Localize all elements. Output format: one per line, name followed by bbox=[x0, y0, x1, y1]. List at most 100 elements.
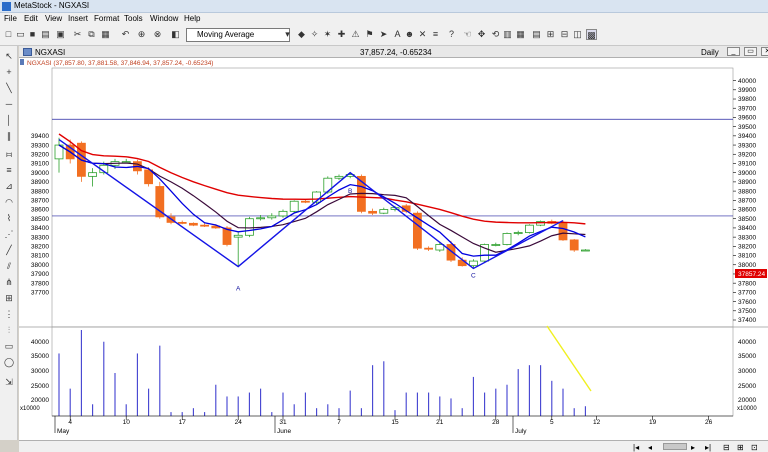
price-axis-label: 39600 bbox=[738, 115, 756, 122]
hand-icon[interactable]: ☜ bbox=[462, 29, 473, 40]
speed-lines-icon[interactable]: ⋰ bbox=[3, 228, 15, 240]
regression-icon[interactable]: ╱ bbox=[3, 244, 15, 256]
new-icon[interactable]: □ bbox=[3, 29, 14, 40]
scroll-thumb[interactable] bbox=[663, 443, 687, 450]
arrow-icon[interactable]: ➤ bbox=[378, 29, 389, 40]
open-icon[interactable]: ▭ bbox=[15, 29, 26, 40]
menu-tools[interactable]: Tools bbox=[124, 14, 143, 23]
zoom-out-icon[interactable]: ⊟ bbox=[723, 443, 730, 452]
date-tick-label: 17 bbox=[179, 419, 187, 426]
indicator-select[interactable]: Moving Average bbox=[186, 28, 290, 42]
candle-body bbox=[177, 221, 187, 224]
left-price-label: 38100 bbox=[31, 253, 49, 260]
menu-file[interactable]: File bbox=[4, 14, 17, 23]
price-axis-label: 38800 bbox=[738, 188, 756, 195]
arrows-icon[interactable]: ✥ bbox=[476, 29, 487, 40]
person-icon[interactable]: ☻ bbox=[404, 29, 415, 40]
close-icon[interactable]: ✕ bbox=[761, 47, 768, 56]
scroll-start-icon[interactable]: |◂ bbox=[633, 443, 639, 452]
save-icon[interactable]: ■ bbox=[27, 29, 38, 40]
ellipse-icon[interactable]: ◯ bbox=[3, 356, 15, 368]
gann-icon[interactable]: ⊿ bbox=[3, 180, 15, 192]
fibonacci-icon[interactable]: ⧦ bbox=[3, 148, 15, 160]
list-icon[interactable]: ▤ bbox=[531, 29, 542, 40]
cross-icon[interactable]: ✕ bbox=[417, 29, 428, 40]
history-icon[interactable]: ⟲ bbox=[490, 29, 501, 40]
alert-icon[interactable]: ⚠ bbox=[350, 29, 361, 40]
menu-window[interactable]: Window bbox=[150, 14, 178, 23]
wizard-icon[interactable]: ✧ bbox=[309, 29, 320, 40]
zoom-icon[interactable]: ⊕ bbox=[136, 29, 147, 40]
menu-insert[interactable]: Insert bbox=[68, 14, 88, 23]
arc-icon[interactable]: ◠ bbox=[3, 196, 15, 208]
copy-icon[interactable]: ⧉ bbox=[86, 29, 97, 40]
left-price-label: 38000 bbox=[31, 262, 49, 269]
price-header: NGXASI (37,857.80, 37,881.58, 37,846.94,… bbox=[27, 60, 213, 67]
menu-help[interactable]: Help bbox=[184, 14, 200, 23]
cycle-icon[interactable]: ⌇ bbox=[3, 212, 15, 224]
paste-icon[interactable]: ▦ bbox=[100, 29, 111, 40]
andrews-icon[interactable]: ⋔ bbox=[3, 276, 15, 288]
tile-vertical-icon[interactable]: ◫ bbox=[572, 29, 583, 40]
tile-horizontal-icon[interactable]: ⊟ bbox=[559, 29, 570, 40]
date-tick-label: 12 bbox=[593, 419, 601, 426]
horizontal-line-icon[interactable]: ─ bbox=[3, 98, 15, 110]
pointer-icon[interactable]: ↖ bbox=[3, 50, 15, 62]
channel-icon[interactable]: ⫽ bbox=[3, 260, 15, 272]
menu-view[interactable]: View bbox=[45, 14, 62, 23]
left-price-label: 37900 bbox=[31, 271, 49, 278]
date-tick-label: 4 bbox=[68, 419, 72, 426]
tile-icon[interactable]: ⊞ bbox=[545, 29, 556, 40]
candle-body bbox=[581, 249, 590, 252]
help-icon[interactable]: ? bbox=[446, 29, 457, 40]
raff-icon[interactable]: ▭ bbox=[3, 340, 15, 352]
candle-body bbox=[88, 172, 97, 177]
stack-icon[interactable]: ≡ bbox=[430, 29, 441, 40]
minimize-icon[interactable]: _ bbox=[727, 47, 740, 56]
trendline-icon[interactable]: ╲ bbox=[3, 82, 15, 94]
error-channel-icon[interactable]: ⋮ bbox=[3, 308, 15, 320]
scroll-right-icon[interactable]: ▸ bbox=[691, 443, 695, 452]
retracement-icon[interactable]: ≡ bbox=[3, 164, 15, 176]
indicator-color-icon[interactable]: ◆ bbox=[296, 29, 307, 40]
quadrant-icon[interactable]: ⊞ bbox=[3, 292, 15, 304]
system-tester-icon[interactable]: ✚ bbox=[336, 29, 347, 40]
parallel-icon[interactable]: ∥ bbox=[3, 130, 15, 142]
indicator-builder-icon[interactable]: ◧ bbox=[170, 29, 181, 40]
print-preview-icon[interactable]: ▣ bbox=[55, 29, 66, 40]
price-axis-label: 39300 bbox=[738, 142, 756, 149]
volume-scale-right: x10000 bbox=[737, 406, 757, 412]
toolbar: □ ▭ ■ ▤ ▣ ✂ ⧉ ▦ ↶ ⊕ ⊗ ◧ Moving Average ▾… bbox=[0, 25, 768, 46]
print-icon[interactable]: ▤ bbox=[40, 29, 51, 40]
volume-axis-label: 40000 bbox=[738, 339, 756, 346]
text-icon[interactable]: A bbox=[392, 29, 403, 40]
candle-body bbox=[368, 210, 378, 214]
cut-icon[interactable]: ✂ bbox=[72, 29, 83, 40]
wave-label-b: B bbox=[348, 188, 352, 195]
expert-icon[interactable]: ⊗ bbox=[152, 29, 163, 40]
scroll-left-icon[interactable]: ◂ bbox=[648, 443, 652, 452]
horizontal-scrollbar[interactable]: |◂ ◂ ▸ ▸| ⊟ ⊞ ⊡ bbox=[19, 440, 768, 452]
layout-icon[interactable]: ▥ bbox=[502, 29, 513, 40]
chart-info-line: 37,857.24, -0.65234 bbox=[360, 48, 432, 57]
crosshair-icon[interactable]: + bbox=[3, 66, 15, 78]
candle-body bbox=[502, 233, 512, 245]
tirone-icon[interactable]: ⫶ bbox=[3, 324, 15, 336]
expand-icon[interactable]: ⇲ bbox=[3, 376, 15, 388]
chevron-down-icon[interactable]: ▾ bbox=[282, 29, 293, 40]
volume-left-label: 35000 bbox=[31, 353, 49, 360]
flag-icon[interactable]: ⚑ bbox=[364, 29, 375, 40]
zoom-fit-icon[interactable]: ⊡ bbox=[751, 443, 758, 452]
zoom-in-icon[interactable]: ⊞ bbox=[737, 443, 744, 452]
price-chart[interactable]: NGXASI (37,857.80, 37,881.58, 37,846.94,… bbox=[19, 58, 768, 440]
vertical-line-icon[interactable]: │ bbox=[3, 114, 15, 126]
explorer-icon[interactable]: ✶ bbox=[322, 29, 333, 40]
chart-type-icon[interactable]: ▦ bbox=[515, 29, 526, 40]
menu-format[interactable]: Format bbox=[94, 14, 119, 23]
chart-mode-icon[interactable]: ▩ bbox=[586, 29, 597, 40]
scroll-end-icon[interactable]: ▸| bbox=[705, 443, 711, 452]
price-axis-label: 37700 bbox=[738, 290, 756, 297]
undo-icon[interactable]: ↶ bbox=[120, 29, 131, 40]
menu-edit[interactable]: Edit bbox=[24, 14, 38, 23]
restore-icon[interactable]: ▭ bbox=[744, 47, 757, 56]
